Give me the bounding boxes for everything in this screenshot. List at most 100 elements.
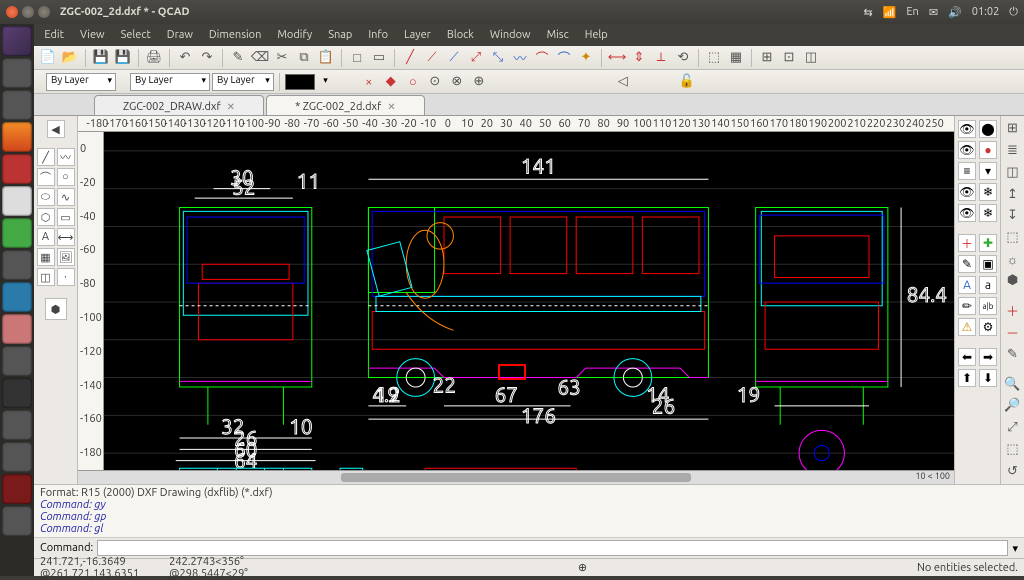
menu-layer[interactable]: Layer <box>397 27 438 43</box>
line-tool[interactable]: ╱ <box>37 148 55 166</box>
layer-weight-combo[interactable]: By Layer <box>212 73 274 91</box>
image-tool[interactable]: 🖼 <box>57 248 75 266</box>
launcher-app7[interactable] <box>2 410 32 440</box>
add-layer[interactable]: ＋ <box>958 234 976 252</box>
text-tool[interactable]: A <box>37 228 55 246</box>
zoom-sel-icon[interactable]: ⬚ <box>1004 441 1022 459</box>
arrow-d-icon[interactable]: ⬇ <box>979 369 997 387</box>
launcher-app9[interactable] <box>2 474 32 504</box>
color-swatch[interactable] <box>285 74 315 90</box>
lock-icon[interactable]: ⬤ <box>979 120 997 138</box>
layers-icon[interactable]: ≣ <box>1004 142 1022 160</box>
point-tool[interactable]: · <box>57 268 75 286</box>
tab-2-close[interactable]: ✕ <box>387 101 395 113</box>
polyline-tool[interactable]: 〰 <box>57 148 75 166</box>
zoom-prev-icon[interactable]: ↺ <box>1004 462 1022 480</box>
menu-edit[interactable]: Edit <box>37 27 71 43</box>
mod3[interactable]: ⟋ <box>444 48 464 68</box>
arrow-u-icon[interactable]: ⬆ <box>958 369 976 387</box>
tool1[interactable]: □ <box>347 48 367 68</box>
view1[interactable]: ⊞ <box>757 48 777 68</box>
sel1[interactable]: ⬚ <box>704 48 724 68</box>
arrow-r-icon[interactable]: ➡ <box>979 348 997 366</box>
eye-icon[interactable]: 👁 <box>958 204 976 222</box>
draw-pen-icon[interactable]: ✎ <box>228 48 248 68</box>
mod4[interactable]: ⤢ <box>466 48 486 68</box>
snap1[interactable]: × <box>359 72 379 92</box>
launcher-app[interactable] <box>2 90 32 120</box>
warn-icon[interactable]: ⚠ <box>958 318 976 336</box>
launcher-terminal[interactable] <box>2 378 32 408</box>
block-icon[interactable]: ◫ <box>1004 163 1022 181</box>
arrow-up-icon[interactable]: ↥ <box>1004 185 1022 203</box>
menu-snap[interactable]: Snap <box>321 27 359 43</box>
undo-button[interactable]: ↶ <box>175 48 195 68</box>
hatch-tool[interactable]: ▦ <box>37 248 55 266</box>
minus-icon[interactable]: － <box>1004 324 1022 342</box>
menu-modify[interactable]: Modify <box>270 27 319 43</box>
zoom-out-icon[interactable]: 🔎 <box>1004 397 1022 415</box>
launcher-app6[interactable] <box>2 346 32 376</box>
snap4[interactable]: ⊙ <box>425 72 445 92</box>
eye-icon[interactable]: 👁 <box>958 120 976 138</box>
erase-icon[interactable]: ⌫ <box>250 48 270 68</box>
saveas-button[interactable]: 💾 <box>113 48 133 68</box>
polyline2-tool[interactable]: ⬡ <box>37 208 55 226</box>
iso-icon[interactable]: ⬢ <box>1004 272 1022 290</box>
new-button[interactable]: 📄 <box>38 48 58 68</box>
layer-line-combo[interactable]: By Layer <box>130 73 210 91</box>
sun-icon[interactable]: ☼ <box>1004 250 1022 268</box>
sel2[interactable]: ▦ <box>726 48 746 68</box>
menu-block[interactable]: Block <box>440 27 481 43</box>
dim3[interactable]: ⟂ <box>651 48 671 68</box>
zoom-in-icon[interactable]: 🔍 <box>1004 375 1022 393</box>
window-close-button[interactable] <box>6 6 18 18</box>
wifi-icon[interactable]: ⇆ <box>863 6 872 19</box>
text-a-icon[interactable]: a <box>979 276 997 294</box>
grid-icon[interactable]: ⊞ <box>1004 120 1022 138</box>
circle-red-icon[interactable]: ● <box>979 141 997 159</box>
layer-menu[interactable]: ▾ <box>979 162 997 180</box>
launcher-writer[interactable] <box>2 186 32 216</box>
pen2-icon[interactable]: ✏ <box>958 297 976 315</box>
print-button[interactable]: 🖨 <box>144 48 164 68</box>
edit-icon[interactable]: ✎ <box>1004 346 1022 364</box>
abc-icon[interactable]: a|b <box>979 297 997 315</box>
edit-pen-icon[interactable]: ✎ <box>958 255 976 273</box>
mod8[interactable]: ⌒ <box>554 48 574 68</box>
open-button[interactable]: 📂 <box>60 48 80 68</box>
launcher-files[interactable] <box>2 58 32 88</box>
layer-color-combo[interactable]: By Layer <box>46 73 116 91</box>
lang-indicator[interactable]: En <box>906 6 918 18</box>
launcher-app2[interactable] <box>2 154 32 184</box>
clock[interactable]: 01:02 <box>972 6 1000 18</box>
mail-icon[interactable]: ✉ <box>929 6 938 19</box>
launcher-calc[interactable] <box>2 218 32 248</box>
copy-icon[interactable]: ⧉ <box>294 48 314 68</box>
view-back[interactable]: ◁ <box>613 72 633 92</box>
mod6[interactable]: 〰 <box>510 48 530 68</box>
dim1[interactable]: ⟷ <box>607 48 627 68</box>
window-minimize-button[interactable] <box>22 6 34 18</box>
eye-icon[interactable]: 👁 <box>958 183 976 201</box>
dim-tool[interactable]: ⟷ <box>57 228 75 246</box>
arc-tool[interactable]: ⌒ <box>37 168 55 186</box>
mod5[interactable]: ⤡ <box>488 48 508 68</box>
horizontal-scrollbar[interactable]: 10 < 100 <box>78 470 954 484</box>
command-input[interactable] <box>97 540 1008 556</box>
back-arrow-icon[interactable]: ◀ <box>47 120 65 138</box>
menu-help[interactable]: Help <box>578 27 615 43</box>
rect-tool[interactable]: ▭ <box>57 208 75 226</box>
mod2[interactable]: ⟋ <box>422 48 442 68</box>
eye-icon[interactable]: 👁 <box>958 141 976 159</box>
tab-2[interactable]: * ZGC-002_2d.dxf✕ <box>266 95 425 115</box>
menu-info[interactable]: Info <box>361 27 395 43</box>
menu-window[interactable]: Window <box>483 27 538 43</box>
menu-view[interactable]: View <box>73 27 112 43</box>
window-maximize-button[interactable] <box>38 6 50 18</box>
mod9[interactable]: ✦ <box>576 48 596 68</box>
spline-tool[interactable]: ∿ <box>57 188 75 206</box>
zoom-auto-icon[interactable]: ⤢ <box>1004 419 1022 437</box>
drawing-canvas[interactable]: 52 30 11 32 10 26 60 64 <box>104 132 954 470</box>
redo-button[interactable]: ↷ <box>197 48 217 68</box>
